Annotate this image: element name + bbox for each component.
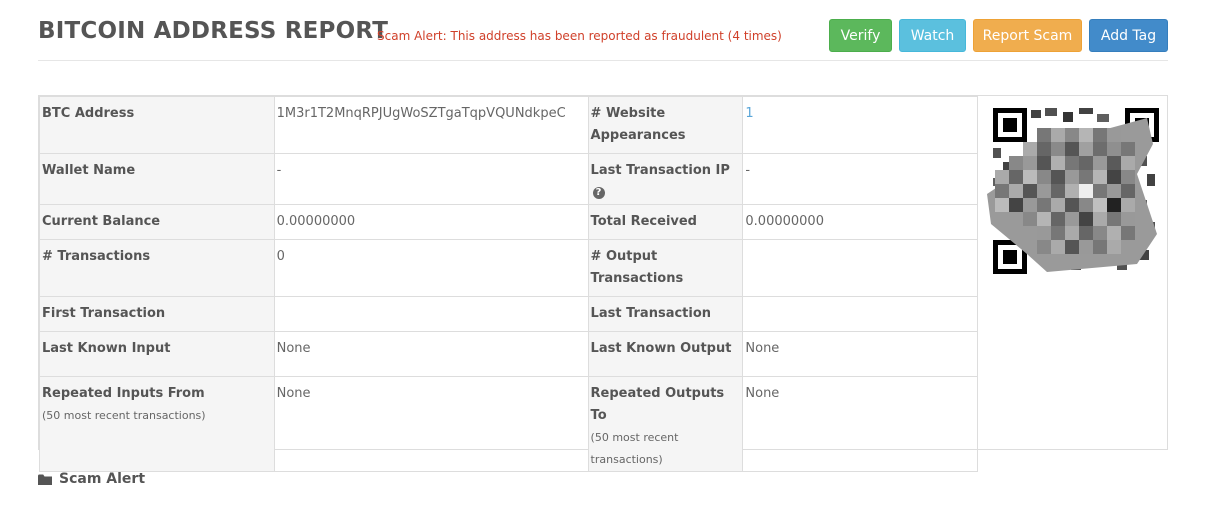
table-row: # Transactions 0 # Output Transactions — [39, 239, 978, 297]
table-row: Repeated Inputs From (50 most recent tra… — [39, 376, 978, 472]
last-transaction-value — [742, 296, 978, 332]
repeated-outputs-sublabel: (50 most recent transactions) — [590, 431, 679, 466]
last-transaction-ip-value: - — [742, 153, 978, 205]
btc-address-label: BTC Address — [39, 96, 275, 154]
transactions-label: # Transactions — [39, 239, 275, 297]
address-details-table: BTC Address 1M3r1T2MnqRPJUgWoSZTgaTqpVQU… — [39, 96, 978, 472]
last-transaction-ip-cell: Last Transaction IP ? — [587, 153, 744, 205]
repeated-inputs-label: Repeated Inputs From — [42, 386, 205, 401]
table-row: First Transaction Last Transaction — [39, 296, 978, 332]
last-known-output-label: Last Known Output — [587, 331, 744, 377]
repeated-inputs-cell: Repeated Inputs From (50 most recent tra… — [39, 376, 275, 472]
first-transaction-label: First Transaction — [39, 296, 275, 332]
repeated-outputs-label: Repeated Outputs To — [590, 386, 725, 423]
repeated-outputs-value: None — [742, 376, 978, 472]
qr-code-image — [987, 104, 1161, 278]
action-buttons: Verify Watch Report Scam Add Tag — [829, 19, 1168, 52]
table-row: BTC Address 1M3r1T2MnqRPJUgWoSZTgaTqpVQU… — [39, 96, 978, 154]
table-row: Last Known Input None Last Known Output … — [39, 331, 978, 377]
question-circle-icon[interactable]: ? — [592, 187, 605, 199]
current-balance-label: Current Balance — [39, 204, 275, 240]
website-appearances-link[interactable]: 1 — [745, 106, 753, 121]
verify-button[interactable]: Verify — [829, 19, 892, 52]
table-row: Wallet Name - Last Transaction IP ? - — [39, 153, 978, 205]
scam-alert-section-header[interactable]: Scam Alert — [38, 471, 145, 487]
wallet-name-label: Wallet Name — [39, 153, 275, 205]
last-known-input-value: None — [273, 331, 589, 377]
page-header: BITCOIN ADDRESS REPORT Scam Alert: This … — [38, 18, 1168, 61]
current-balance-value: 0.00000000 — [273, 204, 589, 240]
btc-address-value: 1M3r1T2MnqRPJUgWoSZTgaTqpVQUNdkpeC — [273, 96, 589, 154]
table-row: Current Balance 0.00000000 Total Receive… — [39, 204, 978, 240]
scam-alert-notice: Scam Alert: This address has been report… — [377, 29, 782, 43]
folder-icon — [38, 474, 52, 485]
output-transactions-label: # Output Transactions — [587, 239, 744, 297]
scam-alert-section-title: Scam Alert — [59, 471, 146, 487]
output-transactions-value — [742, 239, 978, 297]
repeated-inputs-value: None — [273, 376, 589, 472]
last-transaction-ip-label: Last Transaction IP — [590, 163, 730, 178]
website-appearances-label: # Website Appearances — [587, 96, 744, 154]
report-scam-button[interactable]: Report Scam — [973, 19, 1082, 52]
transactions-value: 0 — [273, 239, 589, 297]
wallet-name-value: - — [273, 153, 589, 205]
repeated-inputs-sublabel: (50 most recent transactions) — [42, 409, 206, 422]
page-title: BITCOIN ADDRESS REPORT — [38, 18, 389, 44]
last-known-output-value: None — [742, 331, 978, 377]
total-received-label: Total Received — [587, 204, 744, 240]
address-report-panel: BTC Address 1M3r1T2MnqRPJUgWoSZTgaTqpVQU… — [38, 95, 1168, 472]
last-known-input-label: Last Known Input — [39, 331, 275, 377]
first-transaction-value — [273, 296, 589, 332]
watch-button[interactable]: Watch — [899, 19, 966, 52]
qr-code-svg — [987, 104, 1161, 278]
last-transaction-label: Last Transaction — [587, 296, 744, 332]
repeated-outputs-cell: Repeated Outputs To (50 most recent tran… — [587, 376, 744, 472]
total-received-value: 0.00000000 — [742, 204, 978, 240]
add-tag-button[interactable]: Add Tag — [1089, 19, 1168, 52]
